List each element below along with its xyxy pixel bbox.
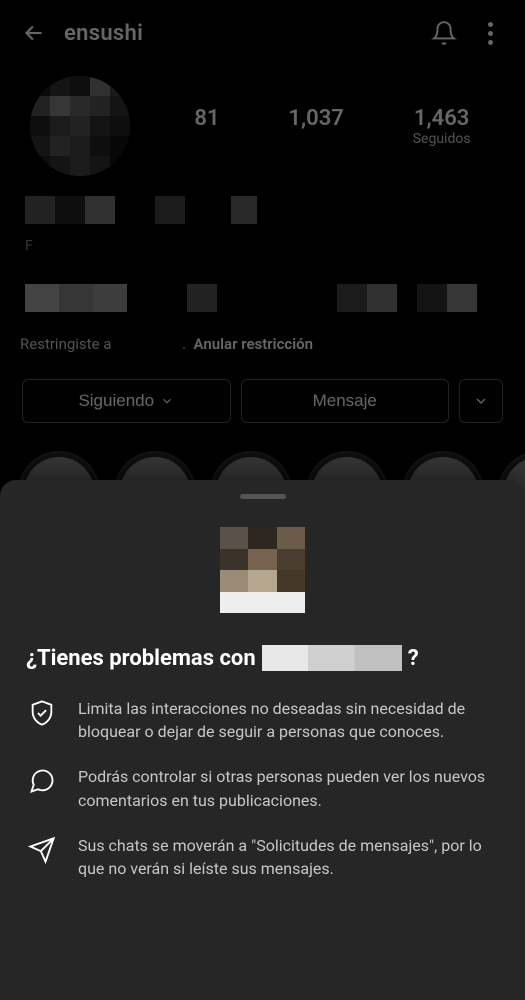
stat-followers[interactable]: 1,037 [288,106,343,147]
notification-bell-icon[interactable] [429,18,459,48]
action-buttons: Siguiendo Mensaje [0,373,525,443]
shield-check-icon [26,697,58,729]
restriction-prefix: Restringiste a [20,335,111,353]
restrict-bottom-sheet: ¿Tienes problemas con ? Limita las inter… [0,480,525,1000]
back-arrow-icon[interactable] [20,19,48,47]
stat-following[interactable]: 1,463 Seguidos [413,106,471,147]
send-icon [26,834,58,866]
sheet-info-row: Podrás controlar si otras personas puede… [26,765,499,811]
sheet-info-text: Limita las interacciones no deseadas sin… [78,697,499,743]
redacted-username [262,645,402,671]
profile-username: ensushi [64,21,413,46]
sheet-info-text: Podrás controlar si otras personas puede… [78,765,499,811]
bio-pixelated-line [25,196,500,224]
stat-posts[interactable]: 81 [194,106,219,147]
sheet-info-text: Sus chats se moverán a "Solicitudes de m… [78,834,499,880]
chevron-down-icon [473,393,489,409]
profile-info-row: 81 1,037 1,463 Seguidos [0,66,525,196]
sheet-title: ¿Tienes problemas con ? [26,645,499,671]
message-button-label: Mensaje [313,391,377,411]
undo-restriction-link[interactable]: Anular restricción [194,335,313,353]
bio-pixelated-line: F [25,238,500,254]
stat-followers-label [288,131,343,147]
stat-posts-value: 81 [194,106,219,131]
stat-following-label: Seguidos [413,131,471,147]
restriction-banner: Restringiste a . Anular restricción [0,327,525,373]
sheet-user-avatar [220,527,306,613]
message-button[interactable]: Mensaje [241,379,450,423]
stat-following-value: 1,463 [413,106,471,131]
sheet-info-row: Sus chats se moverán a "Solicitudes de m… [26,834,499,880]
sheet-title-prefix: ¿Tienes problemas con [26,646,256,671]
profile-stats: 81 1,037 1,463 Seguidos [160,106,505,147]
bio-pixelated-line [25,284,500,312]
app-header: ensushi [0,0,525,66]
sheet-info-row: Limita las interacciones no deseadas sin… [26,697,499,743]
stat-followers-value: 1,037 [288,106,343,131]
profile-bio: F [0,196,525,327]
profile-avatar[interactable] [30,76,130,176]
kebab-menu-icon[interactable] [475,18,505,48]
sheet-title-suffix: ? [408,646,419,671]
stat-posts-label [194,131,219,147]
comment-icon [26,765,58,797]
chevron-down-icon [160,394,174,408]
suggested-users-button[interactable] [459,379,503,423]
following-button[interactable]: Siguiendo [22,379,231,423]
sheet-grabber[interactable] [240,494,286,499]
following-button-label: Siguiendo [78,391,154,411]
